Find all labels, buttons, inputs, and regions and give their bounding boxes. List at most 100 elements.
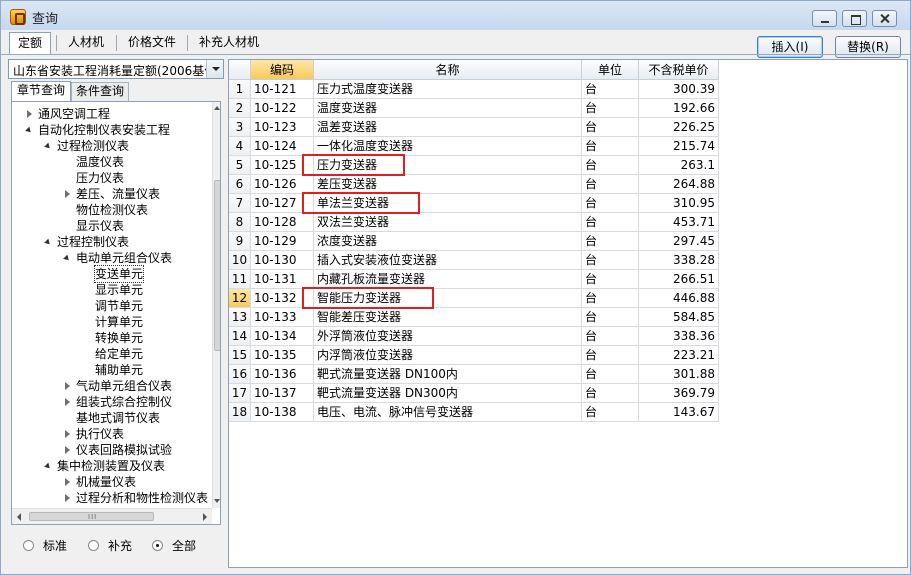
header-price[interactable]: 不含税单价 [639, 60, 719, 80]
scroll-right-icon[interactable] [203, 513, 207, 521]
cell-unit[interactable]: 台 [582, 213, 639, 232]
cell-name[interactable]: 靶式流量变送器 DN100内 [314, 365, 582, 384]
table-row[interactable]: 1 10-121 压力式温度变送器台 300.39 [229, 80, 719, 99]
cell-price[interactable]: 338.36 [639, 327, 719, 346]
cell-unit[interactable]: 台 [582, 346, 639, 365]
tab-condition-search[interactable]: 条件查询 [71, 82, 129, 101]
scroll-left-icon[interactable] [17, 513, 21, 521]
cell-price[interactable]: 446.88 [639, 289, 719, 308]
table-row[interactable]: 17 10-137 靶式流量变送器 DN300内台 369.79 [229, 384, 719, 403]
chevron-down-icon[interactable] [206, 60, 223, 78]
tab-chapter-search[interactable]: 章节查询 [11, 81, 71, 102]
cell-code[interactable]: 10-138 [251, 403, 314, 422]
cell-code[interactable]: 10-129 [251, 232, 314, 251]
close-button[interactable] [872, 10, 897, 27]
scroll-up-icon[interactable] [214, 106, 220, 110]
table-row[interactable]: 9 10-129 浓度变送器台 297.45 [229, 232, 719, 251]
cell-code[interactable]: 10-128 [251, 213, 314, 232]
radio-icon[interactable] [23, 540, 34, 551]
cell-unit[interactable]: 台 [582, 251, 639, 270]
collapsed-arrow-icon[interactable] [65, 478, 70, 486]
cell-name[interactable]: 浓度变送器 [314, 232, 582, 251]
cell-code[interactable]: 10-122 [251, 99, 314, 118]
cell-price[interactable]: 584.85 [639, 308, 719, 327]
collapsed-arrow-icon[interactable] [27, 110, 32, 118]
table-row[interactable]: 14 10-134 外浮筒液位变送器台 338.36 [229, 327, 719, 346]
expanded-arrow-icon[interactable] [44, 142, 52, 151]
cell-unit[interactable]: 台 [582, 384, 639, 403]
cell-name[interactable]: 智能差压变送器 [314, 308, 582, 327]
cell-price[interactable]: 300.39 [639, 80, 719, 99]
cell-price[interactable]: 223.21 [639, 346, 719, 365]
cell-unit[interactable]: 台 [582, 99, 639, 118]
collapsed-arrow-icon[interactable] [65, 430, 70, 438]
cell-price[interactable]: 297.45 [639, 232, 719, 251]
tab-supplementary-materials[interactable]: 补充人材机 [192, 32, 266, 54]
tab-labor-material-machine[interactable]: 人材机 [61, 32, 111, 54]
expanded-arrow-icon[interactable] [63, 254, 71, 263]
tab-quota[interactable]: 定额 [9, 32, 51, 54]
table-row[interactable]: 13 10-133 智能差压变送器台 584.85 [229, 308, 719, 327]
scroll-down-icon[interactable] [214, 499, 220, 503]
header-code[interactable]: 编码 [251, 60, 314, 80]
cell-unit[interactable]: 台 [582, 118, 639, 137]
cell-price[interactable]: 226.25 [639, 118, 719, 137]
cell-name[interactable]: 双法兰变送器 [314, 213, 582, 232]
tree-horizontal-scrollbar[interactable]: III [12, 508, 212, 524]
cell-unit[interactable]: 台 [582, 137, 639, 156]
tab-price-file[interactable]: 价格文件 [121, 32, 183, 54]
cell-name[interactable]: 外浮筒液位变送器 [314, 327, 582, 346]
cell-code[interactable]: 10-135 [251, 346, 314, 365]
table-row[interactable]: 15 10-135 内浮筒液位变送器台 223.21 [229, 346, 719, 365]
cell-name[interactable]: 内浮筒液位变送器 [314, 346, 582, 365]
cell-code[interactable]: 10-137 [251, 384, 314, 403]
tree-vertical-scrollbar[interactable] [212, 102, 220, 508]
minimize-button[interactable] [812, 10, 837, 27]
cell-unit[interactable]: 台 [582, 232, 639, 251]
collapsed-arrow-icon[interactable] [65, 190, 70, 198]
cell-name[interactable]: 温度变送器 [314, 99, 582, 118]
cell-price[interactable]: 453.71 [639, 213, 719, 232]
cell-unit[interactable]: 台 [582, 175, 639, 194]
cell-name[interactable]: 温差变送器 [314, 118, 582, 137]
cell-price[interactable]: 369.79 [639, 384, 719, 403]
cell-name[interactable]: 压力式温度变送器 [314, 80, 582, 99]
cell-price[interactable]: 192.66 [639, 99, 719, 118]
cell-code[interactable]: 10-136 [251, 365, 314, 384]
cell-unit[interactable]: 台 [582, 403, 639, 422]
cell-unit[interactable]: 台 [582, 194, 639, 213]
cell-unit[interactable]: 台 [582, 270, 639, 289]
cell-name[interactable]: 靶式流量变送器 DN300内 [314, 384, 582, 403]
cell-unit[interactable]: 台 [582, 289, 639, 308]
scroll-thumb[interactable] [214, 180, 220, 351]
cell-code[interactable]: 10-123 [251, 118, 314, 137]
maximize-button[interactable] [842, 10, 867, 27]
cell-unit[interactable]: 台 [582, 80, 639, 99]
cell-price[interactable]: 310.95 [639, 194, 719, 213]
scroll-thumb[interactable]: III [29, 512, 154, 521]
expanded-arrow-icon[interactable] [44, 462, 52, 471]
header-unit[interactable]: 单位 [582, 60, 639, 80]
cell-code[interactable]: 10-134 [251, 327, 314, 346]
cell-name[interactable]: 电压、电流、脉冲信号变送器 [314, 403, 582, 422]
cell-price[interactable]: 264.88 [639, 175, 719, 194]
radio-icon[interactable] [152, 540, 163, 551]
cell-price[interactable]: 263.1 [639, 156, 719, 175]
table-row[interactable]: 3 10-123 温差变送器台 226.25 [229, 118, 719, 137]
cell-unit[interactable]: 台 [582, 156, 639, 175]
collapsed-arrow-icon[interactable] [65, 494, 70, 502]
table-row[interactable]: 16 10-136 靶式流量变送器 DN100内台 301.88 [229, 365, 719, 384]
cell-price[interactable]: 266.51 [639, 270, 719, 289]
radio-icon[interactable] [88, 540, 99, 551]
table-row[interactable]: 18 10-138 电压、电流、脉冲信号变送器台 143.67 [229, 403, 719, 422]
cell-price[interactable]: 301.88 [639, 365, 719, 384]
expanded-arrow-icon[interactable] [25, 126, 33, 135]
collapsed-arrow-icon[interactable] [65, 446, 70, 454]
collapsed-arrow-icon[interactable] [65, 398, 70, 406]
quota-library-select[interactable]: 山东省安装工程消耗量定额(2006基价 [8, 59, 224, 79]
cell-code[interactable]: 10-133 [251, 308, 314, 327]
cell-price[interactable]: 143.67 [639, 403, 719, 422]
cell-unit[interactable]: 台 [582, 365, 639, 384]
header-name[interactable]: 名称 [314, 60, 582, 80]
table-row[interactable]: 8 10-128 双法兰变送器台 453.71 [229, 213, 719, 232]
